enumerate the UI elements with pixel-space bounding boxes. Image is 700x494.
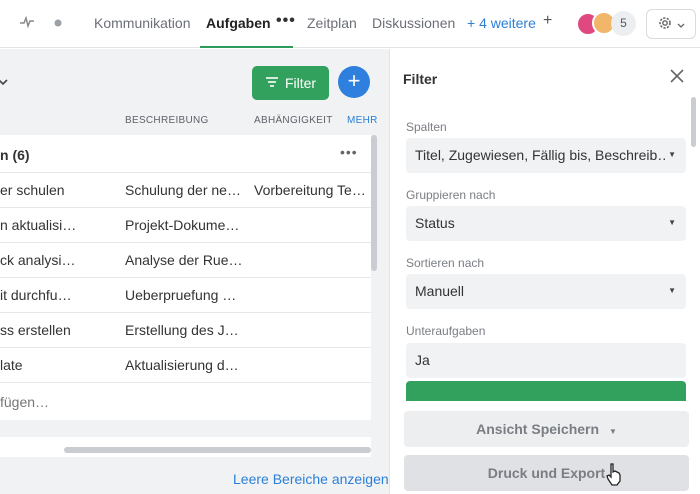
sortieren-value: Manuell — [415, 283, 465, 299]
caret-down-icon: ▼ — [668, 150, 676, 159]
print-export-button[interactable]: Druck und Export — [404, 455, 689, 491]
member-count-badge[interactable]: 5 — [611, 11, 636, 36]
task-title[interactable]: ck analysi… — [0, 252, 115, 268]
column-header-more-link[interactable]: MEHR — [347, 115, 378, 126]
task-description: Analyse der Rue… — [125, 252, 243, 268]
task-title[interactable]: n aktualisi… — [0, 217, 115, 233]
tab-more-link[interactable]: + 4 weitere — [467, 15, 536, 31]
gruppieren-select[interactable]: Status ▼ — [406, 206, 686, 241]
save-view-button[interactable]: Ansicht Speichern ▼ — [404, 411, 689, 447]
spalten-label: Spalten — [406, 120, 447, 134]
spalten-select[interactable]: Titel, Zugewiesen, Fällig bis, Beschreib… — [406, 138, 686, 173]
status-dot-icon — [53, 15, 63, 32]
task-description: Projekt-Dokume… — [125, 217, 240, 233]
filter-panel: Filter Spalten Titel, Zugewiesen, Fällig… — [389, 49, 700, 494]
chevron-down-icon[interactable] — [0, 73, 8, 89]
group-title[interactable]: n (6) — [0, 147, 30, 163]
unteraufgaben-option-selected[interactable] — [406, 381, 686, 401]
task-title[interactable]: er schulen — [0, 182, 115, 198]
caret-down-icon: ▼ — [608, 427, 617, 436]
caret-down-icon: ▼ — [668, 286, 676, 295]
add-task-label[interactable]: fügen… — [0, 394, 49, 410]
task-board: Filter + BESCHREIBUNG ABHÄNGIGKEIT MEHR … — [0, 49, 389, 494]
column-header-beschreibung[interactable]: BESCHREIBUNG — [125, 115, 209, 126]
vertical-scrollbar[interactable] — [371, 135, 377, 271]
task-title[interactable]: late — [0, 357, 115, 373]
panel-title: Filter — [403, 71, 438, 87]
table-row[interactable]: ss erstellen Erstellung des J… — [0, 312, 371, 347]
add-tab-icon[interactable]: + — [543, 12, 552, 30]
add-task-row[interactable]: fügen… — [0, 382, 371, 420]
unteraufgaben-label: Unteraufgaben — [406, 324, 486, 338]
task-description: Aktualisierung d… — [125, 357, 239, 373]
table-row[interactable]: ck analysi… Analyse der Rue… — [0, 242, 371, 277]
table-row[interactable]: n aktualisi… Projekt-Dokume… — [0, 207, 371, 242]
tab-aufgaben-menu-icon[interactable]: ••• — [276, 12, 296, 30]
task-description: Erstellung des J… — [125, 322, 239, 338]
filter-button-label: Filter — [284, 75, 317, 91]
hand-cursor-icon — [605, 462, 623, 492]
active-tab-indicator — [200, 46, 293, 48]
table-row[interactable]: late Aktualisierung d… — [0, 347, 371, 382]
group-menu-icon[interactable]: ••• — [340, 144, 358, 160]
tab-diskussionen[interactable]: Diskussionen — [372, 15, 455, 31]
sortieren-label: Sortieren nach — [406, 256, 485, 270]
activity-icon[interactable] — [20, 15, 34, 32]
panel-scrollbar[interactable] — [691, 97, 696, 147]
chevron-down-icon — [677, 17, 685, 32]
gruppieren-value: Status — [415, 215, 455, 231]
sortieren-select[interactable]: Manuell ▼ — [406, 274, 686, 309]
filter-icon — [265, 75, 279, 91]
task-description: Ueberpruefung … — [125, 287, 237, 303]
tab-aufgaben[interactable]: Aufgaben — [206, 15, 271, 31]
top-navigation-bar: Kommunikation Aufgaben ••• Zeitplan Disk… — [0, 0, 700, 48]
save-view-label: Ansicht Speichern — [476, 421, 600, 437]
tab-zeitplan[interactable]: Zeitplan — [307, 15, 357, 31]
show-empty-sections-link[interactable]: Leere Bereiche anzeigen — [233, 471, 389, 487]
tab-kommunikation[interactable]: Kommunikation — [94, 15, 191, 31]
task-dependency: Vorbereitung Te… — [254, 182, 366, 198]
unteraufgaben-value: Ja — [415, 352, 430, 368]
settings-button[interactable] — [646, 9, 696, 39]
close-icon[interactable] — [669, 67, 685, 90]
filter-button[interactable]: Filter — [252, 66, 329, 100]
unteraufgaben-option-ja[interactable]: Ja — [406, 343, 686, 378]
task-group-card: n (6) ••• er schulen Schulung der ne… Vo… — [0, 135, 371, 420]
add-task-button[interactable]: + — [338, 66, 370, 98]
task-description: Schulung der ne… — [125, 182, 241, 198]
task-title[interactable]: it durchfu… — [0, 287, 115, 303]
gruppieren-label: Gruppieren nach — [406, 188, 496, 202]
table-row[interactable]: er schulen Schulung der ne… Vorbereitung… — [0, 172, 371, 207]
column-header-abhaengigkeit[interactable]: ABHÄNGIGKEIT — [254, 115, 333, 126]
gear-icon — [657, 15, 673, 34]
horizontal-scrollbar[interactable] — [64, 447, 371, 453]
table-row[interactable]: it durchfu… Ueberpruefung … — [0, 277, 371, 312]
caret-down-icon: ▼ — [668, 218, 676, 227]
spalten-value: Titel, Zugewiesen, Fällig bis, Beschreib… — [415, 147, 665, 163]
task-title[interactable]: ss erstellen — [0, 322, 115, 338]
